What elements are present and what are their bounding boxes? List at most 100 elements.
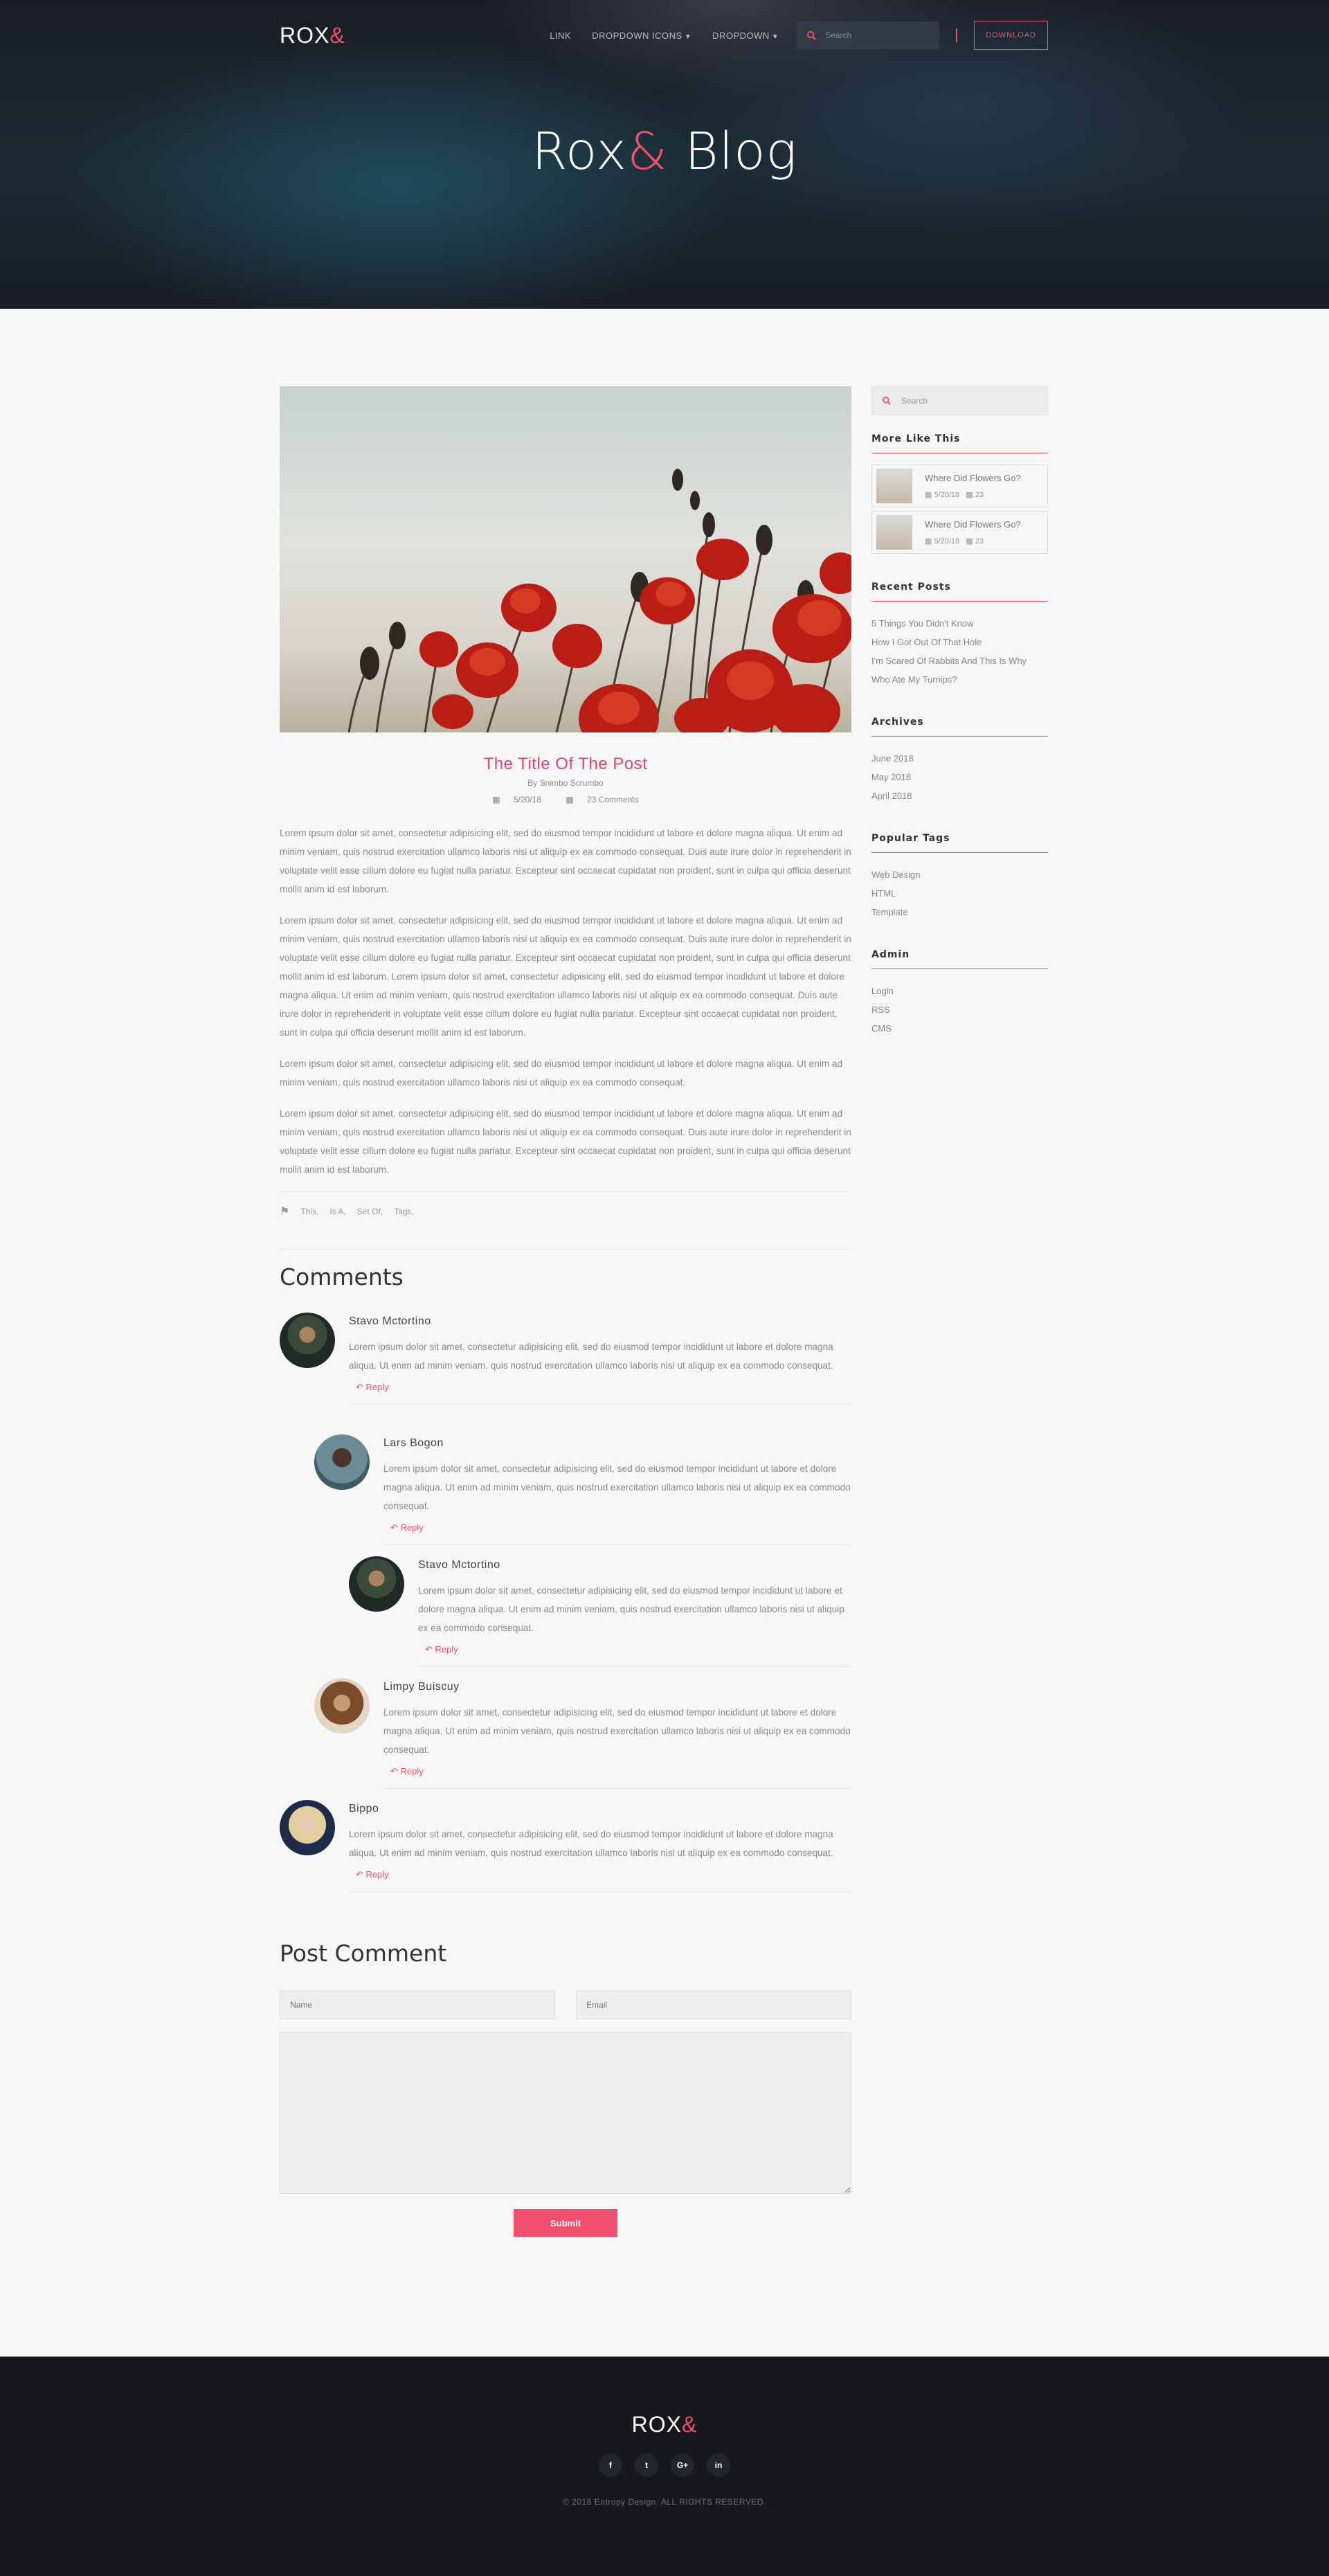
page-title: Rox& Blog	[0, 122, 1329, 181]
archive-link[interactable]: June 2018	[871, 749, 1048, 768]
calendar-icon: ▦	[925, 491, 932, 499]
post-date: ▦ 5/20/18	[487, 795, 547, 804]
admin-link[interactable]: CMS	[871, 1019, 1048, 1038]
related-post[interactable]: Where Did Flowers Go? ▦ 5/20/18 ▩ 23	[871, 465, 1048, 507]
tags-icon: ⚑	[280, 1206, 290, 1218]
recent-post-link[interactable]: 5 Things You Didn't Know	[871, 614, 1048, 633]
sidebar-search-placeholder: Search	[901, 396, 928, 406]
main-column: The Title Of The Post By Snimbo Scrumbo …	[280, 386, 851, 2237]
post-comment-heading: Post Comment	[280, 1940, 447, 1967]
post-paragraph: Lorem ipsum dolor sit amet, consectetur …	[280, 915, 851, 1038]
archive-link[interactable]: April 2018	[871, 786, 1048, 805]
facebook-icon[interactable]: f	[599, 2453, 622, 2477]
avatar	[314, 1678, 370, 1733]
logo[interactable]: ROX&	[280, 23, 345, 48]
related-thumbnail	[876, 515, 912, 550]
comment: Bippo Lorem ipsum dolor sit amet, consec…	[280, 1794, 851, 1912]
social-links: f t G+ in	[0, 2453, 1329, 2477]
reply-icon: ↶	[425, 1644, 433, 1655]
recent-post-link[interactable]: Who Ate My Turnips?	[871, 670, 1048, 689]
more-like-this-heading: More Like This	[871, 433, 1048, 453]
nav-dropdown-icons[interactable]: DROPDOWN ICONS ▼	[592, 30, 691, 41]
comments-icon: ▩	[566, 795, 574, 804]
tag-link[interactable]: Is A,	[329, 1207, 345, 1216]
reply-icon: ↶	[390, 1766, 398, 1776]
tag-link[interactable]: HTML	[871, 884, 1048, 903]
chevron-down-icon: ▼	[771, 33, 779, 41]
comment-text: Lorem ipsum dolor sit amet, consectetur …	[383, 1463, 851, 1511]
related-info: Where Did Flowers Go? ▦ 5/20/18 ▩ 23	[925, 519, 1021, 546]
tag-link[interactable]: This,	[300, 1207, 318, 1216]
comment: Stavo Mctortino Lorem ipsum dolor sit am…	[349, 1551, 851, 1668]
reply-button[interactable]: ↶ Reply	[356, 1382, 851, 1393]
avatar	[349, 1556, 404, 1612]
nav-dropdown-icons-label: DROPDOWN ICONS	[592, 30, 682, 41]
reply-button[interactable]: ↶ Reply	[356, 1869, 851, 1880]
related-meta: ▦ 5/20/18 ▩ 23	[925, 537, 1021, 546]
comment-author[interactable]: Bippo	[349, 1794, 851, 1815]
linkedin-icon[interactable]: in	[707, 2453, 730, 2477]
featured-image	[280, 386, 851, 732]
search-icon	[882, 396, 892, 406]
post-paragraph: Lorem ipsum dolor sit amet, consectetur …	[280, 828, 851, 894]
admin-list: Login RSS CMS	[871, 982, 1048, 1038]
comment-form: Post Comment Submit	[280, 1940, 851, 2237]
sidebar-search[interactable]: Search	[871, 386, 1048, 415]
search-icon	[807, 30, 817, 40]
tag-link[interactable]: Template	[871, 903, 1048, 921]
nav-dropdown[interactable]: DROPDOWN ▼	[712, 30, 779, 41]
comment-author[interactable]: Lars Bogon	[383, 1429, 851, 1450]
post-body: Lorem ipsum dolor sit amet, consectetur …	[280, 824, 851, 1179]
post-comments[interactable]: ▩ 23 Comments	[560, 795, 644, 804]
post-meta: ▦ 5/20/18 ▩ 23 Comments	[280, 795, 851, 804]
related-thumbnail	[876, 469, 912, 503]
archive-link[interactable]: May 2018	[871, 768, 1048, 786]
reply-button[interactable]: ↶ Reply	[425, 1644, 851, 1655]
twitter-icon[interactable]: t	[635, 2453, 658, 2477]
footer-logo-amp: &	[682, 2412, 698, 2437]
recent-post-link[interactable]: How I Got Out Of That Hole	[871, 633, 1048, 651]
related-date: 5/20/18	[934, 491, 960, 499]
post-title[interactable]: The Title Of The Post	[280, 755, 851, 774]
comments-icon: ▩	[966, 537, 973, 546]
comment-author[interactable]: Limpy Buiscuy	[383, 1673, 851, 1693]
tag-link[interactable]: Set Of,	[357, 1207, 383, 1216]
submit-button[interactable]: Submit	[514, 2209, 617, 2237]
comment-text: Lorem ipsum dolor sit amet, consectetur …	[349, 1342, 833, 1371]
nav-search	[797, 21, 940, 49]
reply-button[interactable]: ↶ Reply	[390, 1522, 851, 1533]
poppies-photo	[347, 469, 851, 732]
title-text: Rox	[532, 122, 627, 181]
post-date-text: 5/20/18	[513, 795, 541, 804]
admin-link[interactable]: Login	[871, 982, 1048, 1000]
reply-label: Reply	[365, 1869, 389, 1880]
recent-post-link[interactable]: I'm Scared Of Rabbits And This Is Why	[871, 651, 1048, 670]
footer-logo[interactable]: ROX&	[0, 2412, 1329, 2438]
section-divider	[280, 1249, 851, 1250]
footer: ROX& f t G+ in © 2018 Entropy Design. AL…	[0, 2357, 1329, 2576]
title-amp: &	[626, 122, 668, 181]
email-field[interactable]	[576, 1990, 851, 2019]
tag-link[interactable]: Tags,	[394, 1207, 414, 1216]
nav-link[interactable]: LINK	[550, 30, 571, 41]
nav-search-input[interactable]	[825, 30, 923, 40]
tag-link[interactable]: Web Design	[871, 865, 1048, 884]
download-button[interactable]: DOWNLOAD	[974, 21, 1048, 50]
comment-divider	[383, 1544, 851, 1545]
reply-button[interactable]: ↶ Reply	[390, 1766, 851, 1777]
comment-divider	[418, 1666, 851, 1667]
chevron-down-icon: ▼	[684, 33, 692, 41]
comment-author[interactable]: Stavo Mctortino	[349, 1307, 851, 1328]
name-field[interactable]	[280, 1990, 555, 2019]
comment-textarea[interactable]	[280, 2032, 851, 2194]
recent-posts-list: 5 Things You Didn't Know How I Got Out O…	[871, 614, 1048, 689]
sidebar: Search More Like This Where Did Flowers …	[871, 386, 1048, 1038]
admin-link[interactable]: RSS	[871, 1000, 1048, 1019]
related-post[interactable]: Where Did Flowers Go? ▦ 5/20/18 ▩ 23	[871, 511, 1048, 554]
reply-label: Reply	[400, 1766, 424, 1776]
comment-author[interactable]: Stavo Mctortino	[418, 1551, 851, 1571]
google-plus-icon[interactable]: G+	[671, 2453, 694, 2477]
reply-icon: ↶	[390, 1522, 398, 1533]
reply-label: Reply	[435, 1644, 458, 1655]
form-row	[280, 1990, 851, 2019]
